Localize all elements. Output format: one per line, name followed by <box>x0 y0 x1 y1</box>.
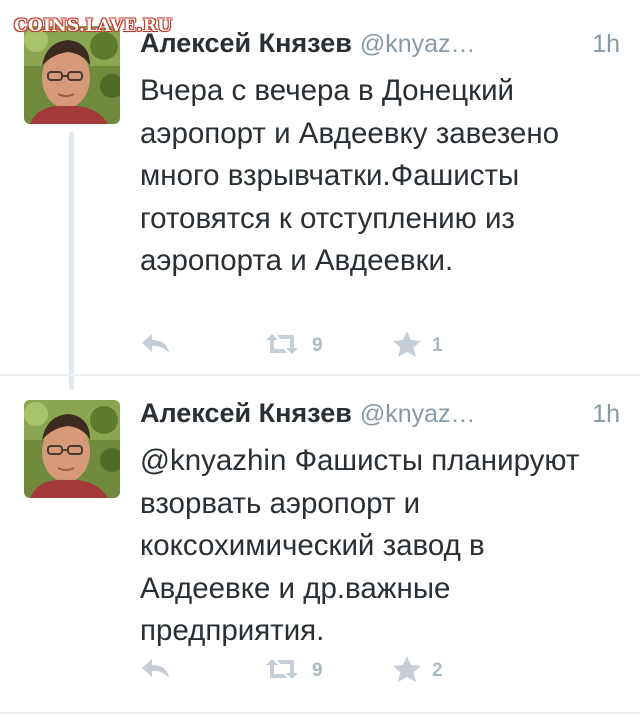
retweet-button[interactable]: 9 <box>262 653 323 689</box>
watermark: COINS.LAVE.RU <box>14 16 173 36</box>
favorite-count: 1 <box>432 335 443 356</box>
timestamp[interactable]: 1h <box>592 400 620 429</box>
reply-icon <box>140 656 172 687</box>
avatar[interactable] <box>24 400 120 498</box>
reply-button[interactable] <box>140 328 172 364</box>
retweet-icon <box>262 656 302 687</box>
avatar[interactable] <box>24 26 120 124</box>
retweet-count: 9 <box>312 335 323 356</box>
favorite-button[interactable]: 2 <box>392 653 443 689</box>
star-icon <box>392 655 422 688</box>
retweet-count: 9 <box>312 660 323 681</box>
tweet-actions: 9 2 <box>140 653 620 689</box>
tweet-text: @knyazhin Фашисты планируют взорвать аэр… <box>140 444 580 647</box>
favorite-button[interactable]: 1 <box>392 328 443 364</box>
timestamp[interactable]: 1h <box>592 30 620 59</box>
author-handle[interactable]: @knyaz… <box>360 30 476 58</box>
tweet-header: Алексей Князев @knyaz… 1h <box>140 28 620 68</box>
favorite-count: 2 <box>432 660 443 681</box>
author-name[interactable]: Алексей Князев <box>140 398 352 428</box>
author-handle[interactable]: @knyaz… <box>360 400 476 428</box>
tweet-divider <box>0 712 640 714</box>
tweet-header: Алексей Князев @knyaz… 1h <box>140 398 620 438</box>
tweet[interactable]: Алексей Князев @knyaz… 1h @knyazhin Фашис… <box>0 378 640 718</box>
retweet-button[interactable]: 9 <box>262 328 323 364</box>
star-icon <box>392 330 422 363</box>
tweet-actions: 9 1 <box>140 328 620 364</box>
tweet-divider <box>0 374 640 376</box>
reply-button[interactable] <box>140 653 172 689</box>
tweet-text: Вчера с вечера в Донецкий аэропорт и Авд… <box>140 74 560 277</box>
retweet-icon <box>262 331 302 362</box>
tweet[interactable]: Алексей Князев @knyaz… 1h Вчера с вечера … <box>0 0 640 376</box>
reply-icon <box>140 331 172 362</box>
